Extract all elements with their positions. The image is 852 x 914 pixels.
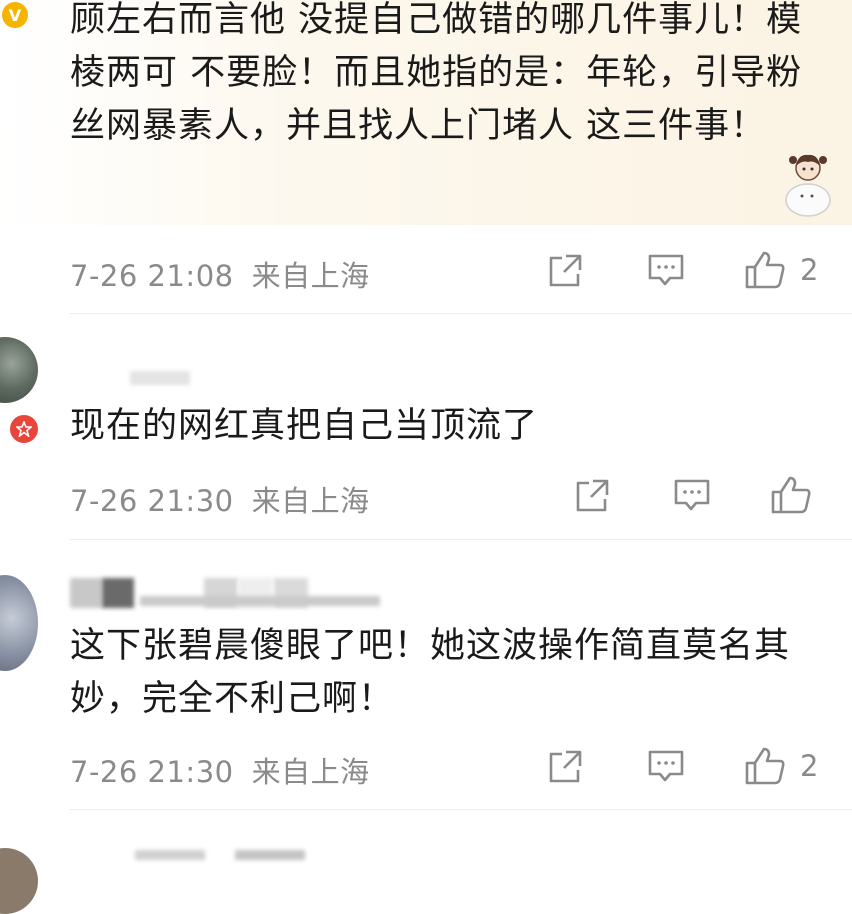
share-icon <box>573 477 611 515</box>
comment-item: V 顾左右而言他 没提自己做错的哪几件事儿！模棱两可 不要脸！而且她指的是：年轮… <box>0 0 852 315</box>
comment-location: 来自上海 <box>251 484 370 518</box>
comment-item-partial <box>0 810 852 914</box>
sticker-icon <box>778 150 838 220</box>
username-blurred[interactable] <box>70 365 190 395</box>
comment-meta: 7-26 21:08 来自上海 <box>70 253 370 295</box>
share-icon <box>546 252 584 290</box>
avatar[interactable] <box>0 575 38 671</box>
comment-icon <box>672 477 712 515</box>
comment-icon <box>646 252 686 290</box>
reply-button[interactable] <box>646 748 686 786</box>
like-icon <box>770 475 812 515</box>
comment-date: 7-26 21:30 <box>70 755 234 789</box>
comment-item: 这下张碧晨傻眼了吧！她这波操作简直莫名其妙，完全不利己啊！ 7-26 21:30… <box>0 540 852 810</box>
share-button[interactable] <box>546 252 584 290</box>
comment-location: 来自上海 <box>251 259 370 293</box>
comment-date: 7-26 21:08 <box>70 259 234 293</box>
verified-badge: V <box>2 2 28 28</box>
reply-button[interactable] <box>646 252 686 290</box>
comment-text: 现在的网红真把自己当顶流了 <box>70 406 539 446</box>
comment-meta: 7-26 21:30 来自上海 <box>70 749 370 791</box>
like-icon <box>744 250 786 290</box>
avatar[interactable] <box>0 848 38 914</box>
comment-text: 这下张碧晨傻眼了吧！她这波操作简直莫名其妙，完全不利己啊！ <box>70 626 791 719</box>
member-badge <box>8 413 40 445</box>
like-count: 2 <box>800 253 819 287</box>
comment-date: 7-26 21:30 <box>70 484 234 518</box>
comment-meta: 7-26 21:30 来自上海 <box>70 478 370 520</box>
comment-location: 来自上海 <box>251 755 370 789</box>
like-icon <box>744 746 786 786</box>
like-count: 2 <box>800 749 819 783</box>
avatar[interactable] <box>0 337 38 403</box>
username-blurred <box>135 850 205 860</box>
share-icon <box>546 748 584 786</box>
reply-button[interactable] <box>672 477 712 515</box>
like-button[interactable] <box>770 475 812 515</box>
share-button[interactable] <box>546 748 584 786</box>
comment-text: 顾左右而言他 没提自己做错的哪几件事儿！模棱两可 不要脸！而且她指的是：年轮，引… <box>70 0 803 146</box>
username-blurred[interactable] <box>70 578 390 608</box>
like-button[interactable]: 2 <box>744 746 818 786</box>
comment-item: 现在的网红真把自己当顶流了 7-26 21:30 来自上海 <box>0 315 852 540</box>
share-button[interactable] <box>573 477 611 515</box>
username-blurred <box>235 850 305 860</box>
comment-icon <box>646 748 686 786</box>
like-button[interactable]: 2 <box>744 250 818 290</box>
divider <box>70 313 852 314</box>
